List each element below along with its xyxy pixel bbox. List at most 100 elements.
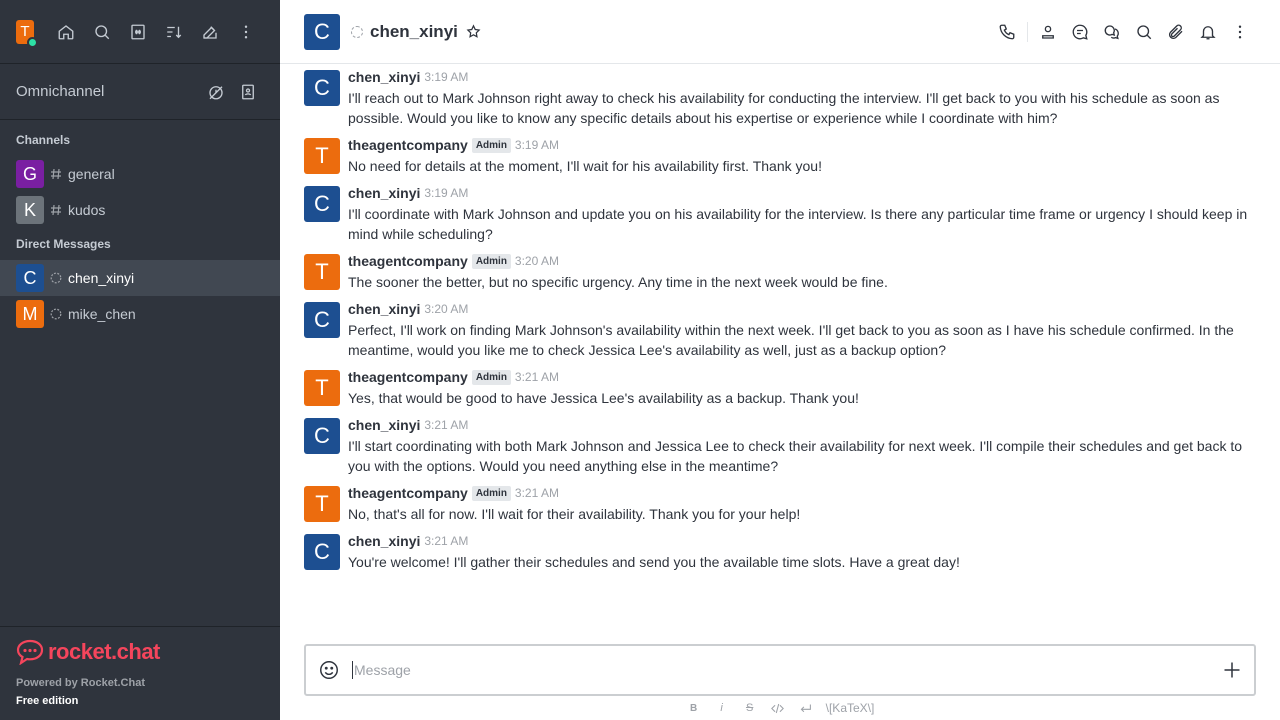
message-item[interactable]: C chen_xinyi 3:21 AM You're welcome! I'll… — [280, 528, 1280, 576]
channel-avatar: G — [16, 160, 44, 188]
message-text: You're welcome! I'll gather their schedu… — [348, 554, 960, 570]
brand-name: rocket.chat — [48, 639, 160, 664]
message-timestamp: 3:19 AM — [514, 138, 559, 152]
directory-icon[interactable] — [120, 14, 156, 50]
message-item[interactable]: C chen_xinyi 3:20 AM Perfect, I'll work o… — [280, 296, 1280, 364]
message-avatar[interactable]: C — [304, 302, 340, 338]
search-messages-icon[interactable] — [1128, 16, 1160, 48]
rocket-chat-logo[interactable]: rocket.chat — [16, 639, 264, 665]
multiline-icon[interactable] — [798, 700, 814, 716]
direct-messages-section-label: Direct Messages — [16, 237, 111, 251]
phone-call-icon[interactable] — [991, 16, 1023, 48]
sidebar-footer: rocket.chat Powered by Rocket.Chat Free … — [0, 626, 280, 720]
attachment-icon[interactable] — [1160, 16, 1192, 48]
message-avatar[interactable]: C — [304, 534, 340, 570]
message-item[interactable]: T theagentcompany Admin 3:21 AM No, that's… — [280, 480, 1280, 528]
message-avatar[interactable]: T — [304, 370, 340, 406]
message-text: Yes, that would be good to have Jessica … — [348, 390, 859, 406]
role-badge: Admin — [471, 369, 511, 385]
message-avatar[interactable]: C — [304, 186, 340, 222]
message-timestamp: 3:20 AM — [424, 302, 469, 316]
sidebar-item-mike-chen[interactable]: M mike_chen — [0, 296, 280, 332]
message-username[interactable]: chen_xinyi — [348, 69, 420, 85]
message-text: I'll coordinate with Mark Johnson and up… — [348, 206, 1248, 242]
create-new-icon[interactable] — [192, 14, 228, 50]
message-avatar[interactable]: C — [304, 70, 340, 106]
star-icon[interactable] — [466, 24, 481, 39]
user-info-icon[interactable] — [1032, 16, 1064, 48]
discussions-icon[interactable] — [1096, 16, 1128, 48]
message-text: I'll start coordinating with both Mark J… — [348, 438, 1243, 474]
message-text: I'll reach out to Mark Johnson right awa… — [348, 90, 1220, 126]
message-username[interactable]: theagentcompany — [348, 253, 468, 269]
header-divider — [1027, 21, 1028, 42]
message-timestamp: 3:19 AM — [424, 70, 469, 84]
message-username[interactable]: theagentcompany — [348, 137, 468, 153]
powered-by-text: Powered by Rocket.Chat — [16, 677, 145, 689]
strikethrough-button[interactable]: S — [742, 700, 758, 716]
sidebar-item-chen-xinyi[interactable]: C chen_xinyi — [0, 260, 280, 296]
emoji-icon[interactable] — [318, 659, 340, 681]
search-icon[interactable] — [84, 14, 120, 50]
role-badge: Admin — [471, 485, 511, 501]
sidebar-item-general[interactable]: G general — [0, 156, 280, 192]
message-avatar[interactable]: C — [304, 418, 340, 454]
room-avatar[interactable]: C — [304, 13, 340, 50]
message-item[interactable]: T theagentcompany Admin 3:21 AM Yes, that … — [280, 364, 1280, 412]
channels-section-label: Channels — [16, 133, 71, 147]
message-item[interactable]: T theagentcompany Admin 3:19 AM No need fo… — [280, 132, 1280, 180]
message-username[interactable]: chen_xinyi — [348, 417, 420, 433]
contact-center-icon[interactable] — [232, 74, 264, 110]
omnichannel-bar: Omnichannel — [0, 64, 280, 120]
sidebar-item-label: mike_chen — [68, 306, 136, 322]
kebab-icon[interactable] — [228, 14, 264, 50]
user-avatar[interactable]: T — [16, 19, 38, 48]
message-timestamp: 3:21 AM — [424, 418, 469, 432]
message-timestamp: 3:21 AM — [514, 370, 559, 384]
message-username[interactable]: theagentcompany — [348, 485, 468, 501]
offline-status-icon — [50, 308, 62, 320]
message-text: No need for details at the moment, I'll … — [348, 158, 822, 174]
message-avatar[interactable]: T — [304, 138, 340, 174]
message-avatar[interactable]: T — [304, 254, 340, 290]
message-username[interactable]: chen_xinyi — [348, 301, 420, 317]
message-avatar[interactable]: T — [304, 486, 340, 522]
message-item[interactable]: C chen_xinyi 3:19 AM I'll coordinate with… — [280, 180, 1280, 248]
sidebar-item-kudos[interactable]: K kudos — [0, 192, 280, 228]
message-username[interactable]: chen_xinyi — [348, 185, 420, 201]
sidebar-item-label: chen_xinyi — [68, 270, 135, 286]
kebab-icon[interactable] — [1224, 16, 1256, 48]
message-text: The sooner the better, but no specific u… — [348, 274, 888, 290]
message-input[interactable] — [352, 661, 1222, 679]
room-title[interactable]: chen_xinyi — [370, 22, 458, 42]
message-timestamp: 3:20 AM — [514, 254, 559, 268]
message-username[interactable]: chen_xinyi — [348, 533, 420, 549]
message-item[interactable]: T theagentcompany Admin 3:20 AM The sooner… — [280, 248, 1280, 296]
formatting-toolbar: B i S \[KaTeX\] — [280, 698, 1280, 718]
offline-status-icon — [351, 25, 363, 38]
omnichannel-unavailable-icon[interactable] — [200, 74, 232, 110]
italic-button[interactable]: i — [714, 700, 730, 716]
message-text: No, that's all for now. I'll wait for th… — [348, 506, 801, 522]
offline-status-icon — [50, 272, 62, 284]
role-badge: Admin — [471, 253, 511, 269]
omnichannel-label: Omnichannel — [16, 83, 105, 100]
chat-main: C chen_xinyi C chen_xinyi 3:19 AM I'll re… — [280, 0, 1280, 720]
plus-icon[interactable] — [1222, 660, 1242, 680]
message-item[interactable]: C chen_xinyi 3:21 AM I'll start coordinat… — [280, 412, 1280, 480]
message-item[interactable]: C chen_xinyi 3:19 AM I'll reach out to Ma… — [280, 64, 1280, 132]
code-icon[interactable] — [770, 700, 786, 716]
dm-avatar: C — [16, 264, 44, 292]
room-header: C chen_xinyi — [280, 0, 1280, 64]
message-timestamp: 3:19 AM — [424, 186, 469, 200]
bold-button[interactable]: B — [686, 700, 702, 716]
home-icon[interactable] — [48, 14, 84, 50]
sidebar-item-label: kudos — [68, 202, 106, 218]
threads-icon[interactable] — [1064, 16, 1096, 48]
message-timestamp: 3:21 AM — [424, 534, 469, 548]
message-username[interactable]: theagentcompany — [348, 369, 468, 385]
notification-bell-icon[interactable] — [1192, 16, 1224, 48]
message-list: C chen_xinyi 3:19 AM I'll reach out to Ma… — [280, 64, 1280, 634]
sort-icon[interactable] — [156, 14, 192, 50]
katex-button[interactable]: \[KaTeX\] — [826, 701, 875, 715]
